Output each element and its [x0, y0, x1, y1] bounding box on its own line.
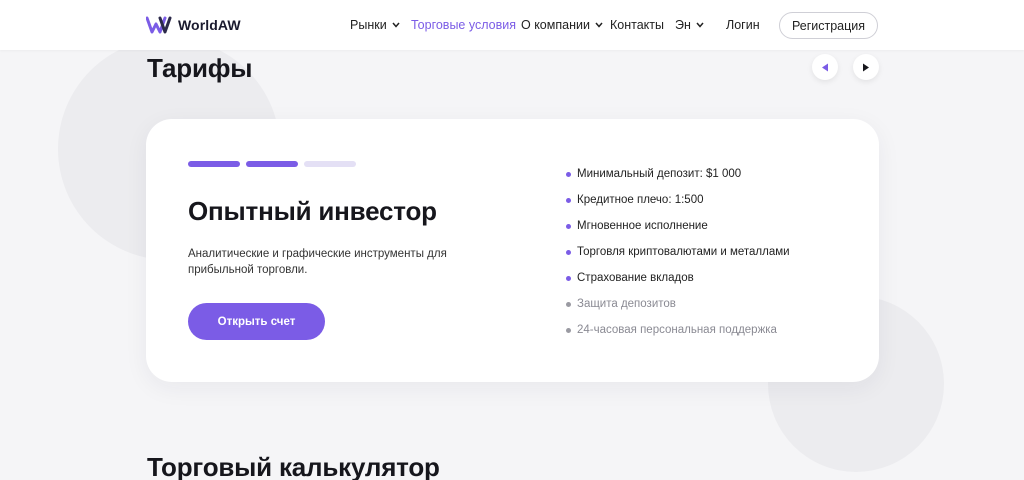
login-link[interactable]: Логин	[726, 18, 760, 32]
register-button[interactable]: Регистрация	[779, 12, 878, 39]
feature-text: Мгновенное исполнение	[577, 220, 708, 232]
bullet-icon	[566, 249, 571, 255]
feature-item: 24-часовая персональная поддержка	[566, 317, 790, 343]
tariffs-title: Тарифы	[147, 53, 253, 83]
feature-text: 24-часовая персональная поддержка	[577, 324, 777, 336]
nav-label: О компании	[521, 18, 590, 32]
tariff-description: Аналитические и графические инструменты …	[188, 248, 447, 276]
bullet-icon	[566, 197, 571, 203]
nav-about[interactable]: О компании	[521, 18, 603, 32]
logo-text: WorldAW	[178, 17, 241, 33]
chevron-down-icon	[392, 22, 400, 28]
feature-item: Защита депозитов	[566, 291, 790, 317]
tariff-card: Опытный инвестор Аналитические и графиче…	[146, 119, 879, 382]
nav-language[interactable]: Эн	[675, 18, 704, 32]
nav-trading-conditions[interactable]: Торговые условия	[411, 18, 516, 32]
feature-item: Кредитное плечо: 1:500	[566, 187, 790, 213]
feature-text: Минимальный депозит: $1 000	[577, 168, 742, 180]
chevron-down-icon	[696, 22, 704, 28]
slide-progress	[188, 161, 362, 167]
triangle-left-icon	[822, 63, 828, 71]
bullet-icon	[566, 223, 571, 229]
login-label: Логин	[726, 18, 760, 32]
feature-item: Минимальный депозит: $1 000	[566, 161, 790, 187]
bullet-icon	[566, 327, 571, 333]
prev-slide-button[interactable]	[812, 54, 838, 80]
open-account-button[interactable]: Открыть счет	[188, 303, 325, 340]
feature-item: Мгновенное исполнение	[566, 213, 790, 239]
nav-label: Контакты	[610, 18, 664, 32]
bullet-icon	[566, 301, 571, 307]
logo-icon	[146, 16, 172, 34]
triangle-right-icon	[863, 63, 869, 71]
nav-markets[interactable]: Рынки	[350, 18, 400, 32]
nav-label: Торговые условия	[411, 18, 516, 32]
nav-label: Эн	[675, 18, 691, 32]
calculator-title: Торговый калькулятор	[147, 452, 440, 480]
chevron-down-icon	[595, 22, 603, 28]
site-header: WorldAW Рынки Торговые условия О компани…	[0, 0, 1024, 50]
feature-text: Кредитное плечо: 1:500	[577, 194, 704, 206]
feature-item: Страхование вкладов	[566, 265, 790, 291]
bullet-icon	[566, 275, 571, 281]
progress-segment	[188, 161, 240, 167]
bullet-icon	[566, 171, 571, 177]
feature-list: Минимальный депозит: $1 000 Кредитное пл…	[566, 161, 790, 343]
nav-contacts[interactable]: Контакты	[610, 18, 664, 32]
feature-item: Торговля криптовалютами и металлами	[566, 239, 790, 265]
feature-text: Торговля криптовалютами и металлами	[577, 246, 790, 258]
progress-segment	[304, 161, 356, 167]
feature-text: Страхование вкладов	[577, 272, 694, 284]
feature-text: Защита депозитов	[577, 298, 676, 310]
next-slide-button[interactable]	[853, 54, 879, 80]
tariff-title: Опытный инвестор	[188, 196, 437, 226]
logo[interactable]: WorldAW	[146, 16, 241, 34]
progress-segment	[246, 161, 298, 167]
nav-label: Рынки	[350, 18, 387, 32]
